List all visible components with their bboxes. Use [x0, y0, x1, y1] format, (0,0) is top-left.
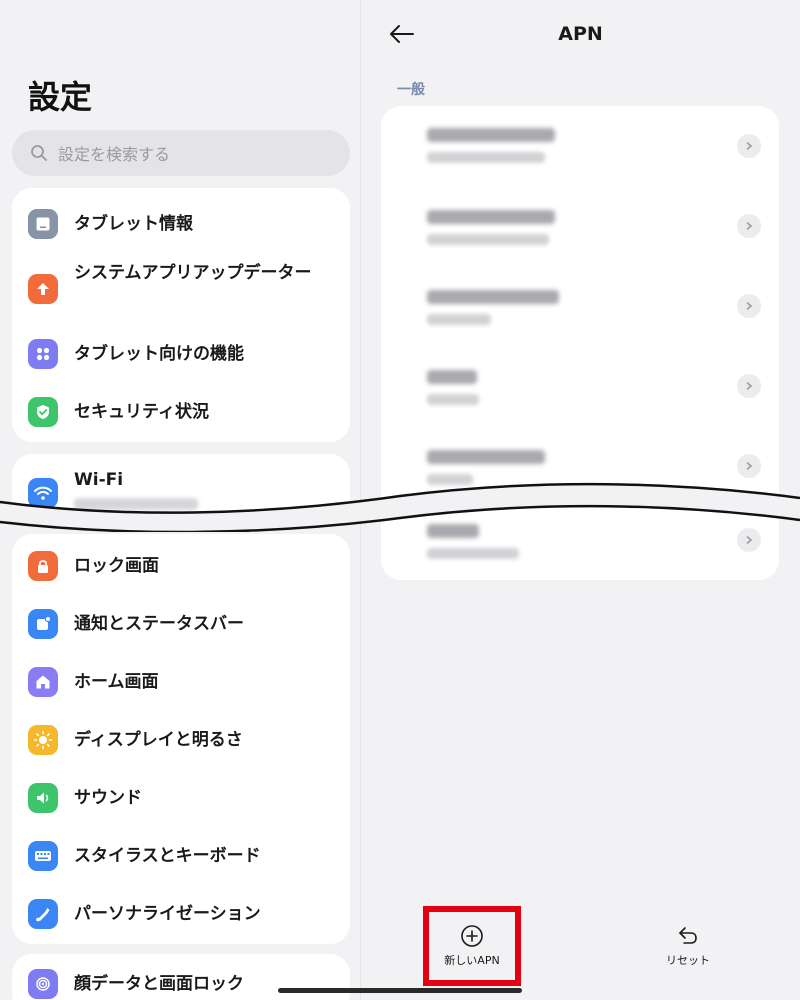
- tablet-info-icon: [28, 209, 58, 239]
- settings-group-display: ロック画面 通知とステータスバー ホーム画面 ディスプレイと明るさ サウンド ス…: [12, 534, 350, 944]
- settings-item-home-screen[interactable]: ホーム画面: [12, 660, 350, 704]
- settings-item-label: システムアプリアップデーター: [74, 263, 312, 283]
- settings-item-tablet-info[interactable]: タブレット情報: [12, 202, 350, 246]
- speaker-icon: [28, 783, 58, 813]
- settings-item-personalization[interactable]: パーソナライゼーション: [12, 892, 350, 936]
- home-icon: [28, 667, 58, 697]
- keyboard-icon: [28, 841, 58, 871]
- settings-item-label: サウンド: [74, 788, 142, 808]
- reset-label: リセット: [666, 954, 710, 967]
- undo-icon: [679, 927, 697, 944]
- settings-item-face-screen-lock[interactable]: 顔データと画面ロック: [12, 962, 350, 1000]
- apn-address-redacted: [427, 394, 479, 405]
- search-input[interactable]: 設定を検索する: [12, 130, 350, 176]
- apn-address-redacted: [427, 314, 491, 325]
- settings-item-system-update[interactable]: システムアプリアップデーター: [12, 258, 350, 320]
- apn-name-redacted: [427, 290, 559, 304]
- shield-check-icon: [28, 397, 58, 427]
- settings-item-label: ロック画面: [74, 556, 159, 576]
- apn-name-redacted: [427, 210, 555, 224]
- search-icon: [31, 145, 47, 161]
- settings-group-security: 顔データと画面ロック: [12, 954, 350, 1000]
- settings-item-label: タブレット情報: [74, 214, 193, 234]
- settings-item-label: ディスプレイと明るさ: [74, 730, 243, 750]
- settings-item-label: 通知とステータスバー: [74, 614, 244, 634]
- settings-item-label: 顔データと画面ロック: [74, 974, 244, 994]
- settings-item-display[interactable]: ディスプレイと明るさ: [12, 718, 350, 762]
- settings-item-sound[interactable]: サウンド: [12, 776, 350, 820]
- settings-item-label: タブレット向けの機能: [74, 344, 244, 364]
- settings-item-label: パーソナライゼーション: [74, 904, 261, 924]
- reset-button[interactable]: リセット: [652, 924, 724, 968]
- settings-item-label: ホーム画面: [74, 672, 159, 692]
- page-title: APN: [558, 23, 603, 45]
- notification-icon: [28, 609, 58, 639]
- chevron-right-icon: [737, 374, 761, 398]
- settings-item-stylus-keyboard[interactable]: スタイラスとキーボード: [12, 834, 350, 878]
- grid-dots-icon: [28, 339, 58, 369]
- settings-group-device: タブレット情報 システムアプリアップデーター タブレット向けの機能 セキュリティ…: [12, 188, 350, 442]
- chevron-right-icon: [737, 134, 761, 158]
- section-header: 一般: [397, 82, 425, 98]
- apn-address-redacted: [427, 152, 545, 163]
- apn-address-redacted: [427, 234, 549, 245]
- omission-wave: [0, 482, 800, 532]
- apn-item[interactable]: [381, 346, 779, 426]
- apn-item[interactable]: [381, 266, 779, 346]
- sun-icon: [28, 725, 58, 755]
- highlight-box: [423, 906, 521, 986]
- lock-icon: [28, 551, 58, 581]
- arrow-up-icon: [28, 274, 58, 304]
- fingerprint-icon: [28, 969, 58, 999]
- settings-item-label: セキュリティ状況: [74, 402, 209, 422]
- chevron-right-icon: [737, 294, 761, 318]
- chevron-right-icon: [737, 214, 761, 238]
- apn-address-redacted: [427, 548, 519, 559]
- apn-name-redacted: [427, 450, 545, 464]
- settings-item-notifications[interactable]: 通知とステータスバー: [12, 602, 350, 646]
- settings-screen: 設定 設定を検索する タブレット情報 システムアプリアップデーター タブレット向…: [0, 0, 800, 1000]
- settings-item-security[interactable]: セキュリティ状況: [12, 390, 350, 434]
- brush-icon: [28, 899, 58, 929]
- settings-item-lock-screen[interactable]: ロック画面: [12, 544, 350, 588]
- home-indicator[interactable]: [278, 988, 522, 993]
- apn-name-redacted: [427, 128, 555, 142]
- apn-item[interactable]: [381, 186, 779, 266]
- apn-name-redacted: [427, 370, 477, 384]
- page-title: 設定: [28, 78, 93, 116]
- apn-item[interactable]: [381, 106, 779, 186]
- settings-item-tablet-features[interactable]: タブレット向けの機能: [12, 332, 350, 376]
- settings-item-label: スタイラスとキーボード: [74, 846, 261, 866]
- search-placeholder: 設定を検索する: [58, 145, 171, 164]
